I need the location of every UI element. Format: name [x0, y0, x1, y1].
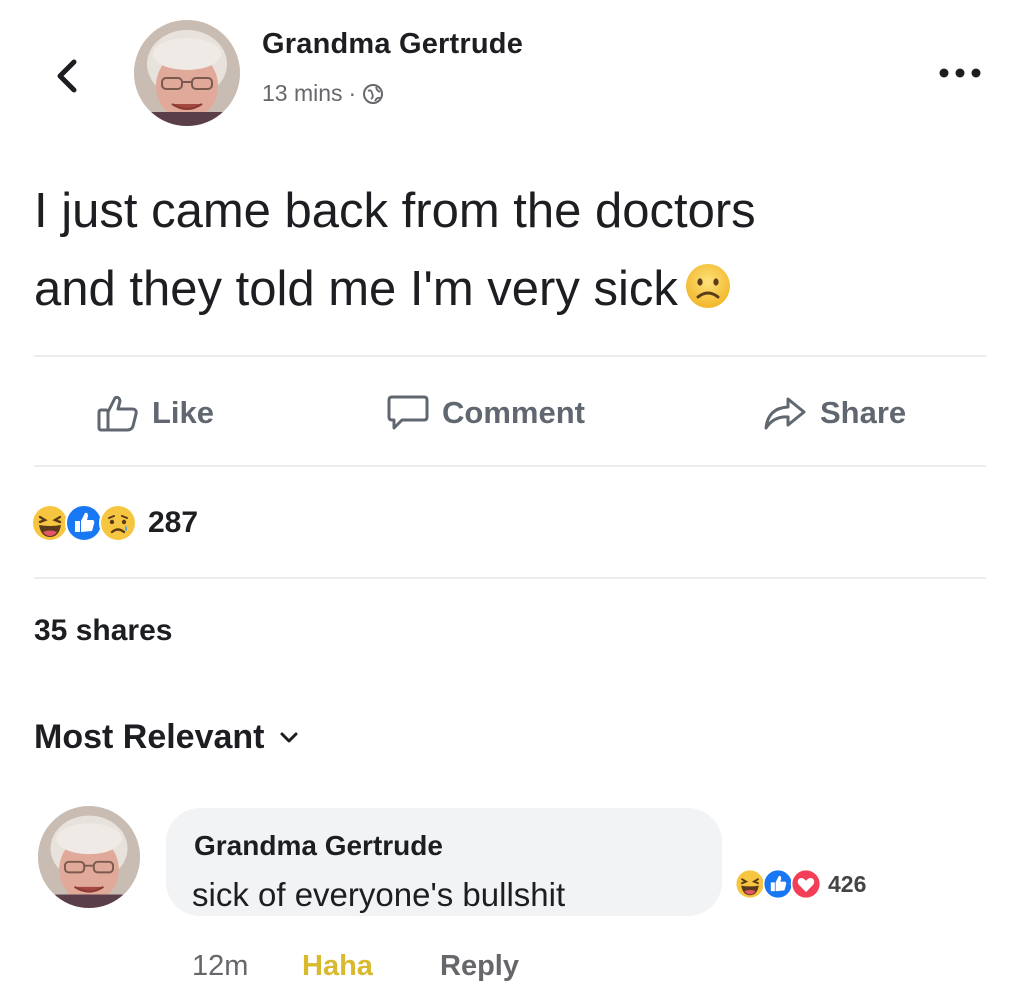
- chevron-down-icon: [280, 732, 297, 742]
- sad-reaction-icon: [99, 504, 137, 542]
- divider: [34, 355, 986, 357]
- comment-button[interactable]: Comment: [386, 388, 585, 438]
- more-dots-icon: [939, 68, 981, 78]
- like-label: Like: [152, 395, 215, 430]
- sort-label: Most Relevant: [34, 718, 265, 756]
- comment-reply-button[interactable]: Reply: [440, 950, 519, 983]
- share-arrow-icon: [764, 397, 806, 430]
- comment-haha-button[interactable]: Haha: [302, 950, 373, 983]
- comment-bubble-icon: [387, 395, 429, 430]
- post-meta: 13 mins ·: [262, 80, 384, 107]
- profile-photo-icon: [38, 806, 140, 908]
- thumbs-up-icon: [97, 395, 138, 432]
- like-button[interactable]: Like: [96, 388, 214, 438]
- more-options-button[interactable]: [934, 58, 986, 88]
- chevron-left-icon: [57, 59, 77, 93]
- sad-face-icon: [685, 264, 730, 309]
- avatar[interactable]: [134, 20, 240, 126]
- love-reaction-icon: [790, 868, 822, 900]
- divider: [34, 465, 986, 467]
- shares-count[interactable]: 35 shares: [34, 614, 172, 648]
- comment-reaction-count: 426: [828, 870, 867, 897]
- profile-photo-icon: [134, 20, 240, 126]
- comment-avatar[interactable]: [38, 806, 140, 908]
- post-text: I just came back from the doctors and th…: [34, 172, 994, 328]
- post-text-line: I just came back from the doctors: [34, 184, 756, 238]
- post-author-name[interactable]: Grandma Gertrude: [262, 28, 523, 61]
- share-label: Share: [820, 395, 907, 430]
- globe-icon: [363, 83, 384, 104]
- comment-text: sick of everyone's bullshit: [192, 876, 566, 913]
- comment-reactions[interactable]: 426: [734, 868, 866, 900]
- meta-separator: ·: [348, 80, 357, 106]
- post-text-line-2: and they told me I'm very sick: [34, 250, 994, 328]
- comments-sort-dropdown[interactable]: Most Relevant: [34, 718, 299, 757]
- share-button[interactable]: Share: [762, 388, 906, 438]
- divider: [34, 577, 986, 579]
- post-text-line: and they told me I'm very sick: [34, 262, 678, 316]
- comment-label: Comment: [442, 395, 585, 430]
- reaction-count: 287: [148, 506, 199, 539]
- reactions-summary[interactable]: 287: [30, 500, 198, 546]
- post-time[interactable]: 13 mins: [262, 80, 343, 107]
- comment-author-name[interactable]: Grandma Gertrude: [194, 830, 443, 862]
- comment-time[interactable]: 12m: [192, 950, 248, 983]
- back-button[interactable]: [52, 56, 82, 96]
